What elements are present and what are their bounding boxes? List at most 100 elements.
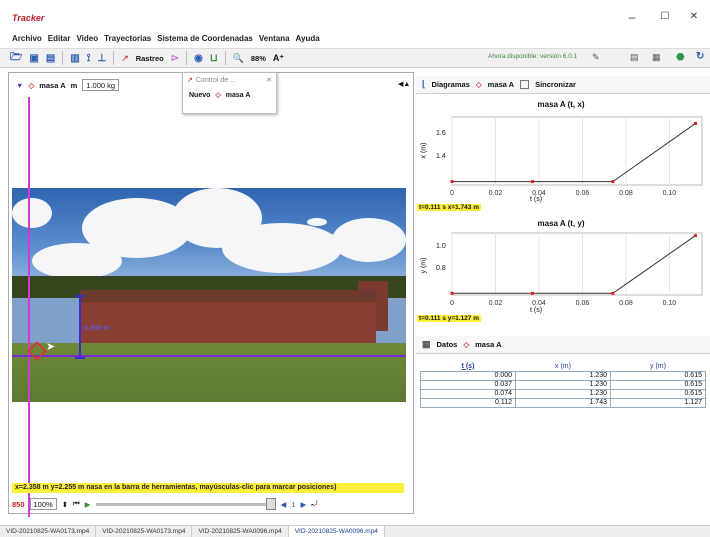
building-roof [80,290,376,302]
play-icon[interactable]: ▶ [85,500,91,509]
mass-input[interactable]: 1.000 kg [82,79,120,91]
file-tab-active[interactable]: VID-20210825-WA0096.mp4 [288,526,385,537]
calibration-label[interactable]: 6.000 m [84,325,110,332]
plot2-frame [451,232,703,296]
notes-icon[interactable]: ▤ [630,52,639,63]
refresh-icon[interactable]: ↻ [696,51,704,62]
trails-icon[interactable]: ⊔ [210,53,218,64]
cloud [332,218,406,262]
step-forward-icon[interactable]: ▶ [300,500,306,509]
x-tick-label: 0.02 [489,300,503,307]
table-row[interactable]: 0.112 1.743 1.127 [420,397,706,408]
zoom-icon[interactable]: 🔍 [233,53,244,64]
visibility-icon[interactable]: ◉ [194,53,203,64]
data-track-select[interactable]: masa A [475,340,501,349]
menu-bar: Archivo Editar Video Trayectorias Sistem… [0,30,710,46]
maximize-button[interactable]: ☐ [655,11,675,22]
panel-collapse-icon[interactable]: ◀▲ [398,80,410,88]
x-tick-label: 0 [450,300,454,307]
data-point [611,291,615,295]
calibration-end [75,357,85,359]
plot2-ytick: 0.8 [436,265,446,272]
update-notice[interactable]: Ahora disponible: versión 6.0.1 [488,53,577,60]
plot1-xlabel: t (s) [530,196,543,203]
close-button[interactable]: ✕ [684,11,704,22]
title-bar [0,0,710,30]
cloud [32,243,122,279]
file-tab[interactable]: VID-20210825-WA0096.mp4 [192,526,289,537]
toolbar: 🗁 ▣ ▤ ▥ ⟟ ⊥ ↗ Rastreo ⊳ ◉ ⊔ 🔍 88% A⁺ [0,48,710,68]
plot1-title: masa A (t, x) [537,100,585,109]
menu-sistema-coordenadas[interactable]: Sistema de Coordenadas [157,34,253,43]
file-tab[interactable]: VID-20210825-WA0173.mp4 [0,526,97,537]
marker-icon[interactable]: ⊳ [171,53,179,64]
toolbar-divider [224,51,226,65]
file-tab[interactable]: VID-20210825-WA0173.mp4 [96,526,193,537]
plot2-ylabel: y (m) [420,257,428,274]
menu-video[interactable]: Video [76,34,98,43]
menu-editar[interactable]: Editar [48,34,71,43]
plot1[interactable]: 0 0.02 0.04 0.06 0.08 0.10 [416,113,706,213]
sync-checkbox[interactable] [520,80,530,89]
menu-ayuda[interactable]: Ayuda [296,34,320,43]
step-size[interactable]: 1 [291,500,295,509]
playback-slider[interactable] [95,497,276,510]
frame-counter[interactable]: 850 [12,500,25,509]
track-menu-icon[interactable]: ▼ [16,81,23,90]
app-logo: Tracker [12,13,45,23]
reset-icon[interactable]: ⏮ [73,499,80,509]
menu-trayectorias[interactable]: Trayectorias [104,34,151,43]
cell: 0.615 [610,379,706,390]
toolbar-divider [113,51,115,65]
graph-track-select[interactable]: masa A [488,80,514,89]
x-axis-line[interactable] [12,355,406,357]
popup-close-icon[interactable]: ✕ [266,76,272,84]
diagramas-button[interactable]: Diagramas [432,80,470,89]
col-y[interactable]: y (m) [611,362,706,371]
x-tick-label: 0.04 [532,300,546,307]
popup-track-button[interactable]: masa A [226,92,251,99]
y-axis-line[interactable] [28,97,30,517]
mass-diamond-icon: ◇ [463,340,470,349]
col-t[interactable]: t (s) [421,362,516,371]
x-tick-label: 0.10 [663,190,677,197]
cell: 0.074 [420,388,516,399]
cell: 1.230 [515,370,611,381]
open-folder-icon[interactable]: 🗁 [10,50,22,67]
track-icon[interactable]: ↗ [121,53,129,64]
plot2[interactable]: 0 0.02 0.04 0.06 0.08 0.10 [416,231,706,323]
import-icon[interactable]: ▤ [46,53,55,64]
menu-ventana[interactable]: Ventana [259,34,290,43]
pencil-icon[interactable]: ✎ [592,52,600,63]
table-row[interactable]: 0.037 1.230 0.615 [420,379,706,390]
mass-diamond-icon: ◇ [475,80,482,89]
calibration-icon[interactable]: ⟟ [87,53,91,64]
calibration-end [75,295,85,297]
save-icon[interactable]: ▣ [29,53,38,64]
axes-icon[interactable]: ⊥ [98,53,107,64]
data-table[interactable]: t (s) x (m) y (m) 0.000 1.230 0.615 0.037 1… [420,362,706,408]
mass-name[interactable]: masa A [39,81,65,90]
zoom-level[interactable]: 88% [251,54,266,63]
calibration-stick[interactable] [79,295,81,359]
library-icon[interactable]: ⬣ [676,52,685,63]
print-icon[interactable]: ▦ [652,52,661,63]
stepper-icon[interactable]: ⬍ [62,500,68,509]
menu-archivo[interactable]: Archivo [12,34,42,43]
table-row[interactable]: 0.000 1.230 0.615 [420,370,706,381]
mass-diamond-icon: ◇ [215,92,221,99]
font-size-icon[interactable]: A⁺ [273,53,284,64]
nuevo-button[interactable]: Nuevo [189,92,210,99]
minimize-button[interactable]: – [622,10,642,24]
video-frame[interactable] [12,188,406,402]
step-back-icon[interactable]: ◀ [281,500,287,509]
datos-button[interactable]: Datos [437,340,458,349]
clip-settings-icon[interactable]: ▥ [70,53,79,64]
rastreo-button[interactable]: Rastreo [136,54,164,63]
x-tick-label: 0.10 [663,300,677,307]
slider-thumb[interactable] [265,497,276,510]
zoom-select[interactable]: 100% [29,498,57,510]
col-x[interactable]: x (m) [516,362,611,371]
table-row[interactable]: 0.074 1.230 0.615 [420,388,706,399]
loop-icon[interactable]: ⤾ [311,499,317,509]
